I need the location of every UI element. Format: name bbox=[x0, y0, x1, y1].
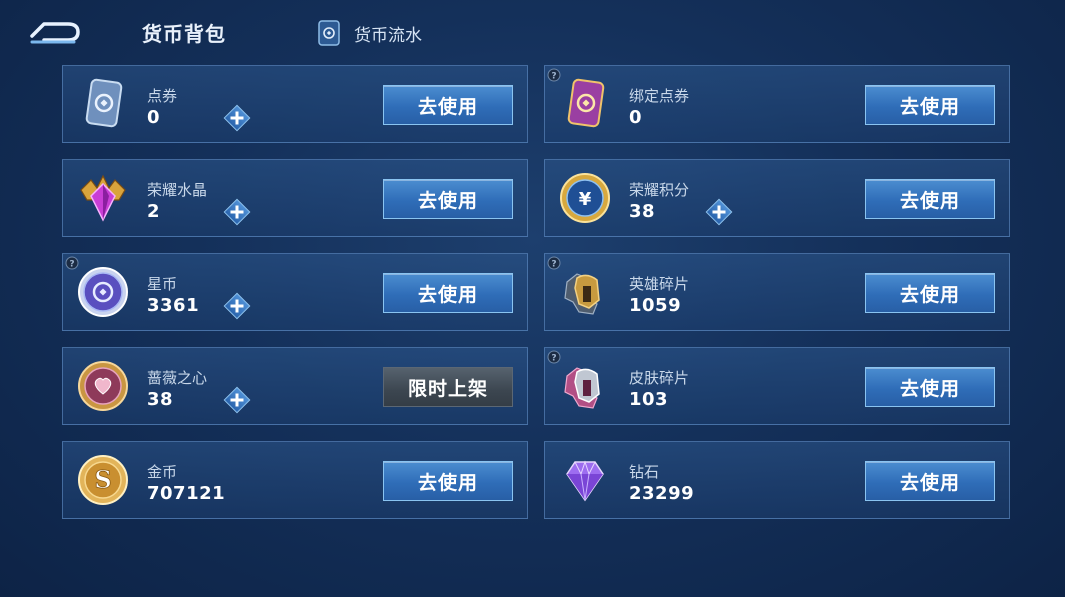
ledger-card-icon bbox=[318, 20, 340, 46]
use-button[interactable]: 去使用 bbox=[383, 179, 513, 219]
use-button[interactable]: 去使用 bbox=[383, 461, 513, 501]
currency-card-bound-coupon: 绑定点券 0 去使用 bbox=[544, 65, 1010, 143]
currency-card-star-coin: 星币 3361 去使用 bbox=[62, 253, 528, 331]
currency-name: 钻石 bbox=[629, 463, 660, 481]
ledger-label: 货币流水 bbox=[354, 25, 422, 46]
currency-amount: 707121 bbox=[147, 483, 226, 504]
currency-card-diamond: 钻石 23299 去使用 bbox=[544, 441, 1010, 519]
currency-name: 绑定点券 bbox=[629, 87, 690, 105]
bound-coupon-card-icon bbox=[567, 78, 605, 128]
use-button[interactable]: 去使用 bbox=[865, 367, 995, 407]
currency-card-glory-points: ¥ 荣耀积分 38 去使用 bbox=[544, 159, 1010, 237]
star-coin-icon bbox=[78, 267, 128, 317]
coupon-card-icon bbox=[85, 78, 123, 128]
use-button[interactable]: 去使用 bbox=[865, 273, 995, 313]
currency-amount: 38 bbox=[629, 201, 656, 222]
use-button[interactable]: 去使用 bbox=[865, 179, 995, 219]
diamond-icon bbox=[566, 460, 604, 502]
use-button[interactable]: 去使用 bbox=[383, 273, 513, 313]
currency-name: 荣耀水晶 bbox=[147, 181, 208, 199]
currency-card-glory-crystal: 荣耀水晶 2 去使用 bbox=[62, 159, 528, 237]
currency-card-rose-heart: 蔷薇之心 38 限时上架 bbox=[62, 347, 528, 425]
currency-amount: 23299 bbox=[629, 483, 695, 504]
currency-name: 星币 bbox=[147, 275, 178, 293]
add-plus-icon[interactable] bbox=[705, 198, 733, 226]
use-button[interactable]: 去使用 bbox=[865, 85, 995, 125]
use-button[interactable]: 去使用 bbox=[383, 85, 513, 125]
add-plus-icon[interactable] bbox=[223, 292, 251, 320]
use-button[interactable]: 去使用 bbox=[865, 461, 995, 501]
rose-heart-icon bbox=[78, 361, 128, 411]
currency-name: 荣耀积分 bbox=[629, 181, 690, 199]
limited-time-button[interactable]: 限时上架 bbox=[383, 367, 513, 407]
currency-amount: 3361 bbox=[147, 295, 200, 316]
add-plus-icon[interactable] bbox=[223, 104, 251, 132]
hero-fragment-icon bbox=[564, 273, 600, 315]
currency-amount: 1059 bbox=[629, 295, 682, 316]
currency-card-skin-fragment: 皮肤碎片 103 去使用 bbox=[544, 347, 1010, 425]
currency-card-coupon: 点券 0 去使用 bbox=[62, 65, 528, 143]
currency-name: 金币 bbox=[147, 463, 178, 481]
currency-amount: 103 bbox=[629, 389, 669, 410]
svg-text:¥: ¥ bbox=[579, 189, 592, 210]
top-bar: 货币背包 货币流水 bbox=[0, 0, 1065, 62]
svg-text:S: S bbox=[94, 465, 111, 494]
add-plus-icon[interactable] bbox=[223, 198, 251, 226]
glory-points-icon: ¥ bbox=[560, 173, 610, 223]
glory-crystal-icon bbox=[80, 174, 126, 222]
currency-card-hero-fragment: 英雄碎片 1059 去使用 bbox=[544, 253, 1010, 331]
currency-name: 皮肤碎片 bbox=[629, 369, 690, 387]
currency-card-gold-coin: S 金币 707121 去使用 bbox=[62, 441, 528, 519]
add-plus-icon[interactable] bbox=[223, 386, 251, 414]
back-button[interactable] bbox=[24, 14, 86, 48]
back-arrow-icon bbox=[30, 22, 80, 44]
currency-amount: 0 bbox=[147, 107, 161, 128]
currency-name: 点券 bbox=[147, 87, 178, 105]
currency-amount: 2 bbox=[147, 201, 161, 222]
currency-amount: 38 bbox=[147, 389, 174, 410]
currency-amount: 0 bbox=[629, 107, 643, 128]
gold-coin-icon: S bbox=[78, 455, 128, 505]
currency-name: 英雄碎片 bbox=[629, 275, 690, 293]
page-title: 货币背包 bbox=[142, 22, 226, 46]
skin-fragment-icon bbox=[564, 367, 600, 409]
currency-ledger-link[interactable]: 货币流水 bbox=[316, 18, 422, 48]
currency-name: 蔷薇之心 bbox=[147, 369, 208, 387]
